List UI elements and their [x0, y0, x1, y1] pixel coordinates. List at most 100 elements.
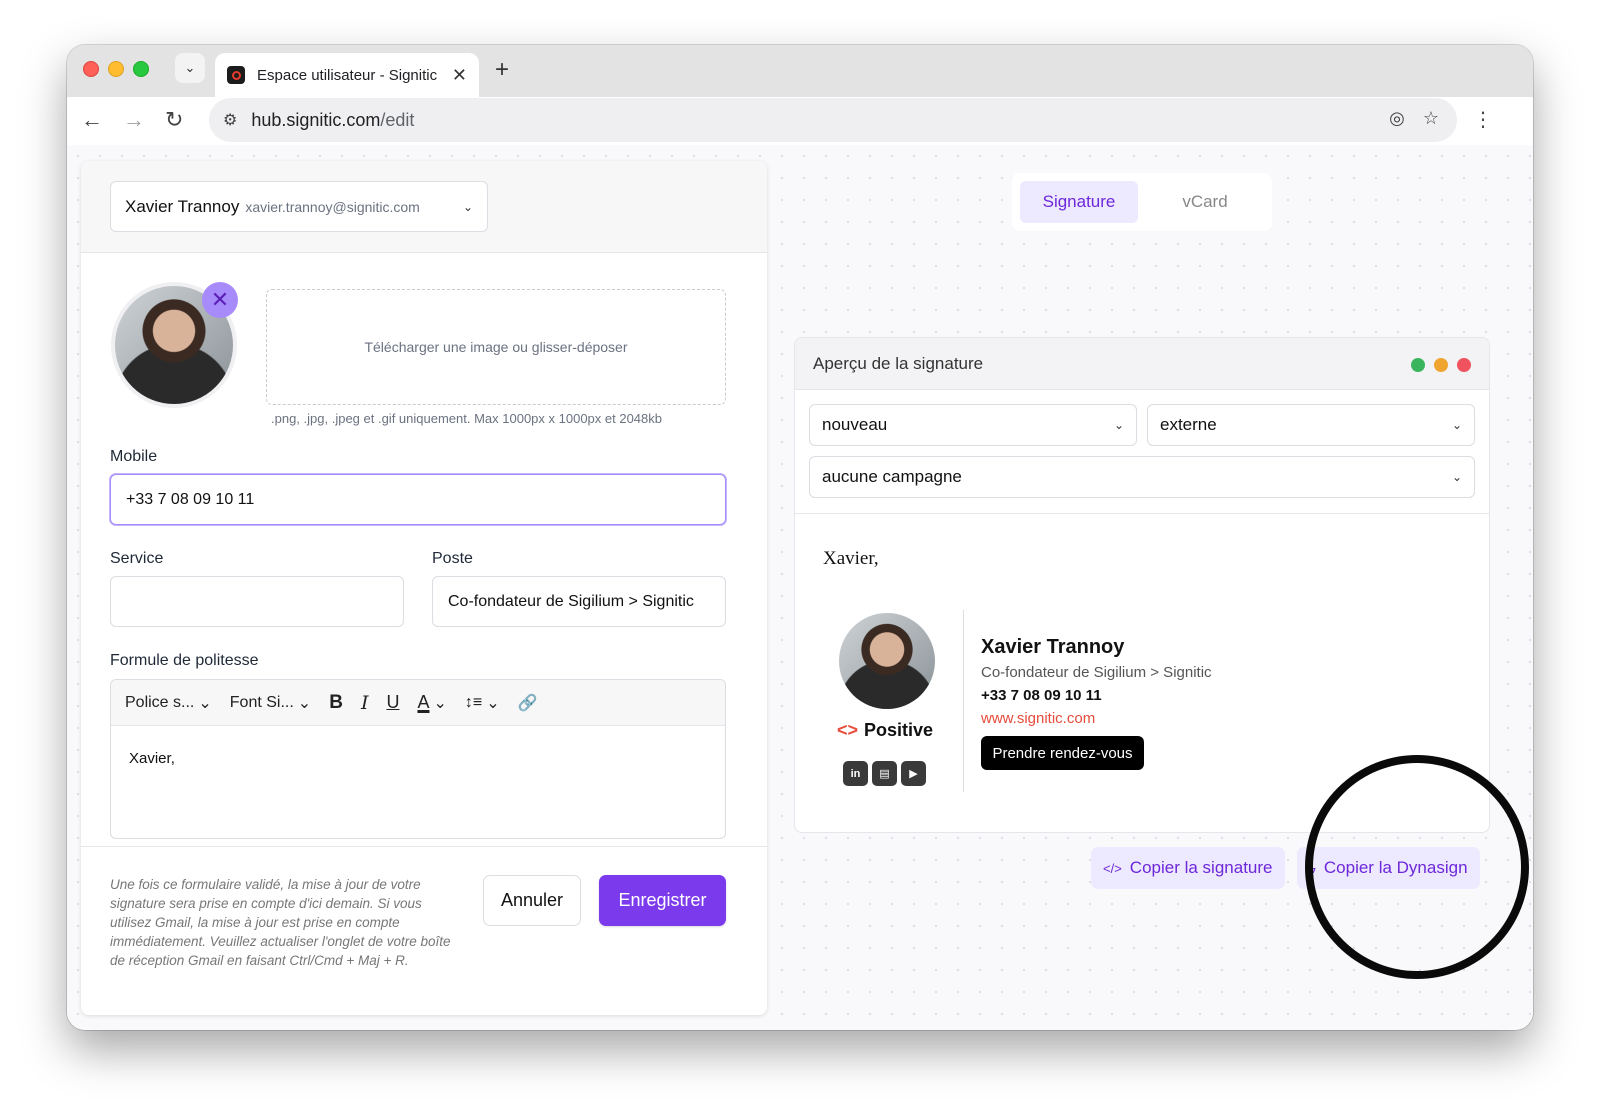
audience-select[interactable]: externe ⌄ [1147, 404, 1475, 446]
campaign-select[interactable]: aucune campagne ⌄ [809, 456, 1475, 498]
signature-socials: in ▤ ▶ [843, 761, 926, 786]
service-label: Service [110, 550, 164, 567]
url-host: hub.signitic.com [251, 109, 381, 130]
signature-divider [963, 610, 964, 792]
profile-form-panel: Xavier Trannoy xavier.trannoy@signitic.c… [81, 161, 767, 1015]
font-family-select[interactable]: Police s... ⌄ [125, 693, 212, 713]
maximize-window-button[interactable] [133, 61, 149, 77]
status-value: nouveau [822, 415, 888, 434]
preview-filters: nouveau ⌄ externe ⌄ aucune campagne ⌄ [795, 390, 1489, 514]
image-dropzone[interactable]: Télécharger une image ou glisser-déposer [266, 289, 726, 405]
form-footer: Une fois ce formulaire validé, la mise à… [81, 846, 767, 1015]
dropzone-text: Télécharger une image ou glisser-déposer [364, 339, 628, 355]
signature-cta-button[interactable]: Prendre rendez-vous [981, 736, 1144, 770]
chevron-down-icon: ⌄ [462, 199, 473, 214]
form-header: Xavier Trannoy xavier.trannoy@signitic.c… [81, 161, 767, 253]
page-content: Xavier Trannoy xavier.trannoy@signitic.c… [67, 145, 1533, 1030]
bold-icon[interactable]: B [329, 692, 343, 714]
signature-avatar [839, 613, 935, 709]
signitic-favicon-icon [227, 66, 245, 84]
user-name: Xavier Trannoy [125, 196, 240, 216]
status-select[interactable]: nouveau ⌄ [809, 404, 1137, 446]
tab-search-button[interactable]: ⌄ [175, 53, 205, 83]
url-text: hub.signitic.com/edit [251, 110, 414, 131]
line-height-icon: ↕≡ [464, 693, 483, 711]
save-button[interactable]: Enregistrer [599, 875, 726, 926]
chevron-down-icon: ⌄ [297, 694, 312, 712]
tab-vcard[interactable]: vCard [1146, 181, 1264, 223]
mobile-label: Mobile [110, 448, 158, 465]
star-icon[interactable]: ☆ [1423, 108, 1439, 129]
arrow-left-icon[interactable]: ← [81, 107, 103, 133]
line-height-button[interactable]: ↕≡ ⌄ [465, 693, 500, 713]
chevron-down-icon: ⌄ [486, 694, 500, 712]
close-icon: ✕ [210, 287, 230, 312]
mobile-value: +33 7 08 09 10 11 [126, 490, 255, 508]
vcard-icon[interactable]: ▤ [872, 761, 897, 786]
cancel-button[interactable]: Annuler [483, 875, 581, 926]
linkedin-icon[interactable]: in [843, 761, 868, 786]
dropzone-hint: .png, .jpg, .jpeg et .gif uniquement. Ma… [271, 411, 662, 426]
reload-icon[interactable]: ↻ [165, 107, 183, 133]
url-path: /edit [380, 109, 415, 130]
mobile-field[interactable]: +33 7 08 09 10 11 [110, 474, 726, 525]
copy-signature-label: Copier la signature [1129, 858, 1273, 877]
font-size-value: Font Si... [229, 693, 294, 711]
signature-logo: <> Positive [837, 720, 933, 741]
chevron-down-icon: ⌄ [1451, 470, 1462, 484]
eye-off-icon[interactable]: ◎ [1389, 108, 1405, 129]
preview-header: Aperçu de la signature [795, 338, 1489, 390]
italic-icon[interactable]: I [361, 692, 369, 714]
tune-icon[interactable]: ⚙ [223, 110, 237, 130]
remove-photo-button[interactable]: ✕ [202, 282, 238, 318]
poste-label: Poste [432, 550, 473, 567]
audience-value: externe [1160, 415, 1217, 434]
chevron-down-icon: ⌄ [1113, 418, 1124, 432]
tab-title: Espace utilisateur - Signitic [257, 66, 438, 84]
copy-signature-button[interactable]: </> Copier la signature [1091, 847, 1285, 889]
plus-icon[interactable]: + [495, 56, 509, 84]
campaign-value: aucune campagne [822, 467, 962, 486]
close-icon[interactable]: ✕ [452, 65, 467, 86]
view-toggle: Signature vCard [1012, 173, 1272, 231]
code-brackets-icon: <> [837, 720, 859, 740]
signature-phone: +33 7 08 09 10 11 [981, 687, 1102, 704]
chevron-down-icon: ⌄ [184, 60, 196, 75]
chevron-down-icon: ⌄ [198, 694, 212, 712]
tab-strip: ⌄ Espace utilisateur - Signitic ✕ + [67, 45, 1533, 97]
browser-window: ⌄ Espace utilisateur - Signitic ✕ + ← → … [67, 45, 1533, 1030]
text-color-button[interactable]: A ⌄ [417, 692, 446, 713]
logo-text: Positive [864, 720, 934, 740]
service-field[interactable] [110, 576, 404, 627]
close-window-button[interactable] [83, 61, 99, 77]
text-color-icon: A [417, 692, 430, 712]
signature-name: Xavier Trannoy [981, 636, 1125, 658]
kebab-icon[interactable]: ⋮ [1473, 107, 1493, 132]
browser-tab[interactable]: Espace utilisateur - Signitic ✕ [215, 53, 479, 97]
signature-role: Co-fondateur de Sigilium > Signitic [981, 664, 1212, 681]
poste-field[interactable]: Co-fondateur de Sigilium > Signitic [432, 576, 726, 627]
signature-greeting: Xavier, [823, 548, 879, 569]
editor-toolbar: Police s... ⌄ Font Si... ⌄ B I U A ⌄ ↕≡ ⌄ 🔗 [111, 680, 725, 726]
youtube-icon[interactable]: ▶ [901, 761, 926, 786]
formule-label: Formule de politesse [110, 652, 259, 669]
arrow-right-icon[interactable]: → [123, 107, 145, 133]
formule-textarea[interactable]: Xavier, [111, 726, 725, 791]
font-size-select[interactable]: Font Si... ⌄ [230, 693, 311, 713]
preview-title: Aperçu de la signature [813, 353, 984, 373]
chevron-down-icon: ⌄ [433, 694, 447, 712]
tab-signature[interactable]: Signature [1020, 181, 1138, 223]
signature-website-link[interactable]: www.signitic.com [981, 710, 1095, 727]
code-icon: </> [1103, 860, 1122, 876]
highlight-circle [1305, 755, 1529, 979]
formule-value: Xavier, [129, 750, 175, 767]
link-icon[interactable]: 🔗 [518, 693, 538, 713]
minimize-window-button[interactable] [108, 61, 124, 77]
underline-icon[interactable]: U [386, 692, 399, 713]
orange-dot-icon [1434, 358, 1448, 372]
formule-editor: Police s... ⌄ Font Si... ⌄ B I U A ⌄ ↕≡ ⌄ 🔗 … [110, 679, 726, 839]
address-bar[interactable]: ⚙ hub.signitic.com/edit ◎ ☆ [209, 98, 1457, 142]
user-select[interactable]: Xavier Trannoy xavier.trannoy@signitic.c… [110, 181, 488, 232]
footer-note: Une fois ce formulaire validé, la mise à… [110, 877, 451, 968]
green-dot-icon [1411, 358, 1425, 372]
